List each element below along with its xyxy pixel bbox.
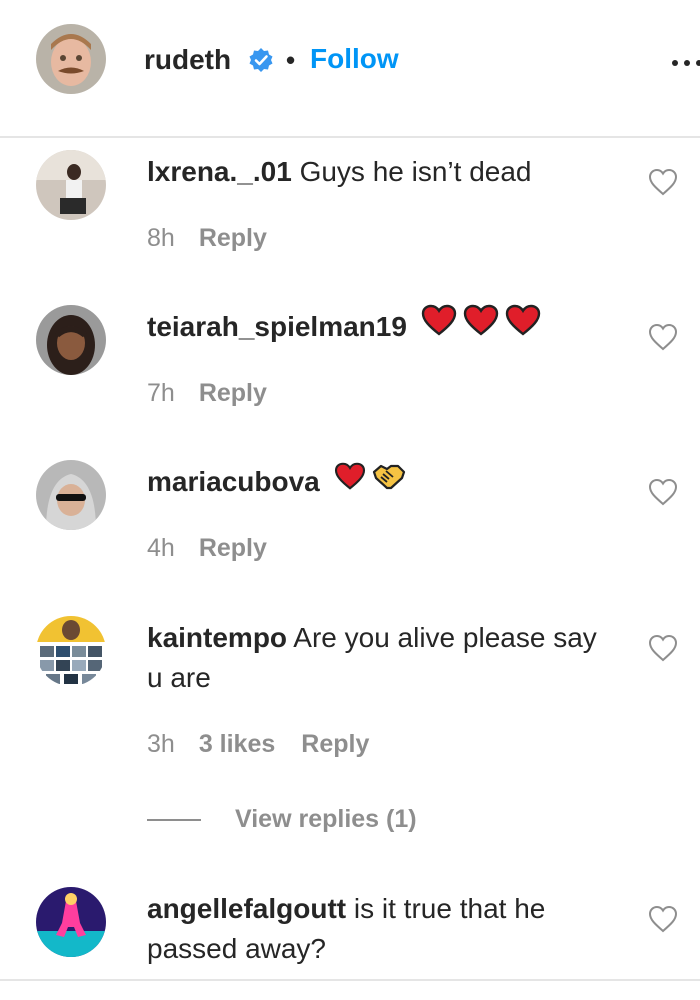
comment-body: angellefalgoutt is it true that he passe… [147,889,617,969]
comment-text: Guys he isn’t dead [299,156,532,187]
comment-meta: 4h Reply [147,531,267,565]
commenter-avatar[interactable] [36,305,106,375]
author-username[interactable]: rudeth [144,40,231,80]
follow-button[interactable]: Follow [310,39,399,79]
header-separator: • [286,45,296,75]
commenter-username[interactable]: angellefalgoutt [147,893,346,924]
comment-meta: 3h 3 likes Reply [147,727,369,761]
more-options-icon[interactable] [668,40,700,80]
heart-outline-icon[interactable] [648,478,678,506]
red-heart-emoji [505,304,541,347]
reply-button[interactable]: Reply [199,534,267,562]
comment-time[interactable]: 3h [147,730,175,758]
heart-outline-icon[interactable] [648,634,678,662]
verified-badge-icon [249,48,273,72]
commenter-avatar[interactable] [36,150,106,220]
view-replies-label[interactable]: View replies (1) [235,802,417,836]
likes-count[interactable]: 3 likes [199,730,275,758]
comment-body: mariacubova [147,462,617,504]
commenter-avatar[interactable] [36,460,106,530]
reply-button[interactable]: Reply [301,730,369,758]
commenter-username[interactable]: teiarah_spielman19 [147,311,407,342]
red-heart-emoji [421,304,457,347]
comment-body: teiarah_spielman19 [147,304,617,350]
author-avatar[interactable] [36,24,106,94]
red-heart-emoji [463,304,499,347]
commenter-avatar[interactable] [36,887,106,957]
commenter-username[interactable]: kaintempo [147,622,287,653]
comment-meta: 8h Reply [147,221,267,255]
commenter-username[interactable]: mariacubova [147,466,320,497]
reply-button[interactable]: Reply [199,224,267,252]
red-heart-emoji [334,461,366,501]
heart-outline-icon[interactable] [648,905,678,933]
post-header: rudeth • Follow [0,0,700,138]
bottom-divider [0,979,700,981]
handshake-emoji [372,461,406,501]
heart-outline-icon[interactable] [648,323,678,351]
view-replies-line [147,819,201,821]
reply-button[interactable]: Reply [199,379,267,407]
comment-time[interactable]: 7h [147,379,175,407]
commenter-username[interactable]: lxrena._.01 [147,156,292,187]
comment-body: kaintempo Are you alive please say u are [147,618,617,698]
comment-time[interactable]: 8h [147,224,175,252]
heart-outline-icon[interactable] [648,168,678,196]
comment-meta: 7h Reply [147,376,267,410]
comment-body: lxrena._.01 Guys he isn’t dead [147,152,617,192]
comment-time[interactable]: 4h [147,534,175,562]
commenter-avatar[interactable] [36,616,106,686]
